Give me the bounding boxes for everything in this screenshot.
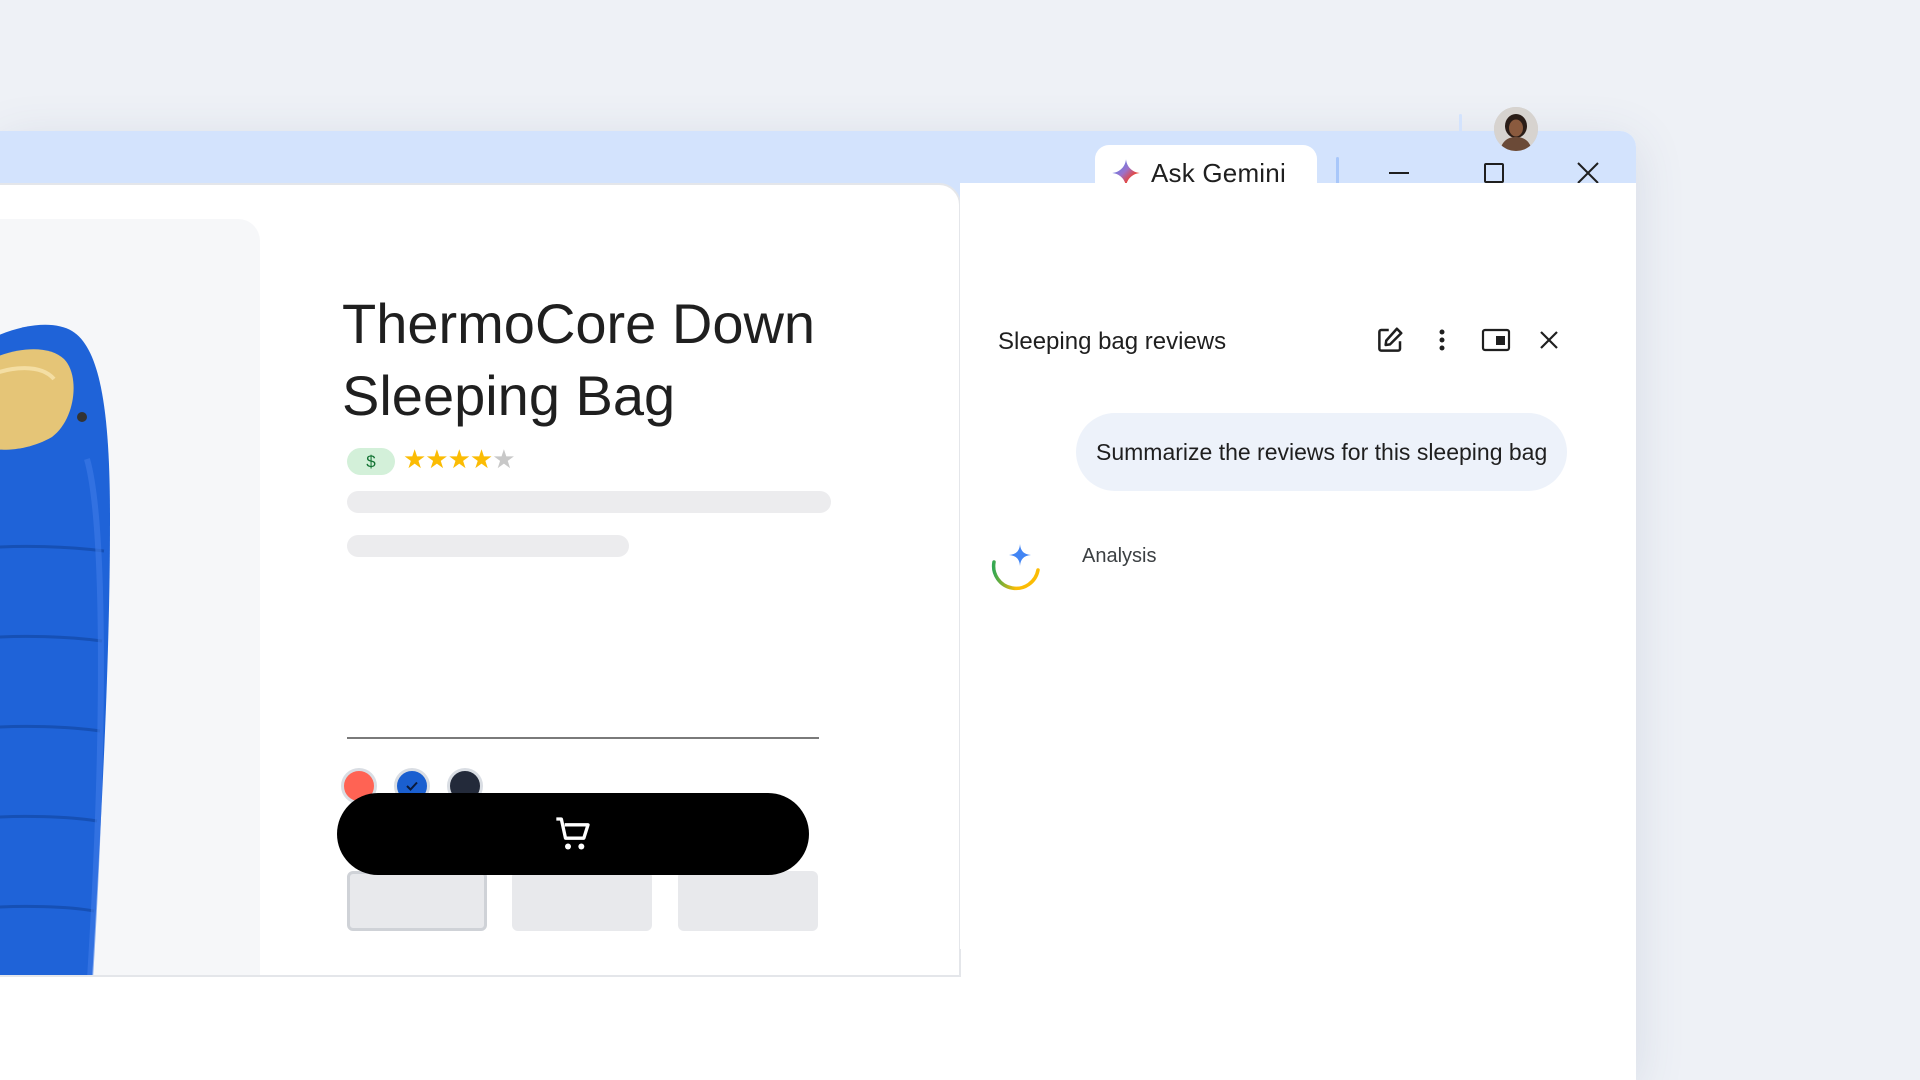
maximize-icon bbox=[1484, 163, 1504, 183]
filled-stars: ★★★★ bbox=[403, 444, 493, 474]
panel-title: Sleeping bag reviews bbox=[998, 328, 1227, 355]
description-placeholder-line bbox=[347, 535, 629, 557]
divider bbox=[347, 737, 819, 739]
size-option-1[interactable] bbox=[347, 871, 487, 931]
size-option-2[interactable] bbox=[512, 871, 652, 931]
product-title-line-1: ThermoCore Down bbox=[342, 292, 816, 355]
product-image-card bbox=[0, 219, 260, 975]
picture-in-picture-icon bbox=[1481, 328, 1511, 352]
cart-icon bbox=[556, 817, 590, 850]
close-panel-button[interactable] bbox=[1528, 319, 1570, 361]
rating-stars: ★★★★★ bbox=[403, 444, 516, 475]
price-badge: $ bbox=[347, 448, 395, 475]
gemini-side-panel: Sleeping bag reviews bbox=[960, 183, 1636, 949]
product-title-line-2: Sleeping Bag bbox=[342, 364, 676, 427]
avatar-image bbox=[1494, 107, 1538, 151]
close-icon bbox=[1577, 162, 1599, 184]
open-in-new-window-button[interactable] bbox=[1475, 319, 1517, 361]
minimize-icon bbox=[1389, 172, 1409, 174]
more-vert-icon bbox=[1439, 329, 1445, 351]
sleeping-bag-image bbox=[0, 324, 110, 975]
check-icon bbox=[406, 781, 418, 791]
panel-more-button[interactable] bbox=[1421, 319, 1463, 361]
analysis-status: Analysis bbox=[1082, 545, 1157, 567]
size-option-3[interactable] bbox=[678, 871, 818, 931]
new-chat-button[interactable] bbox=[1369, 319, 1411, 361]
add-to-cart-button[interactable] bbox=[337, 793, 809, 875]
empty-star: ★ bbox=[492, 444, 515, 474]
toolbar-separator bbox=[1459, 114, 1462, 146]
user-prompt-bubble: Summarize the reviews for this sleeping … bbox=[1076, 413, 1568, 491]
profile-avatar[interactable] bbox=[1494, 107, 1538, 151]
edit-icon bbox=[1378, 327, 1403, 352]
description-placeholder-line bbox=[347, 491, 831, 513]
gemini-loading-icon bbox=[991, 544, 1040, 591]
product-title: ThermoCore Down Sleeping Bag bbox=[342, 288, 862, 432]
close-icon bbox=[1540, 331, 1558, 349]
